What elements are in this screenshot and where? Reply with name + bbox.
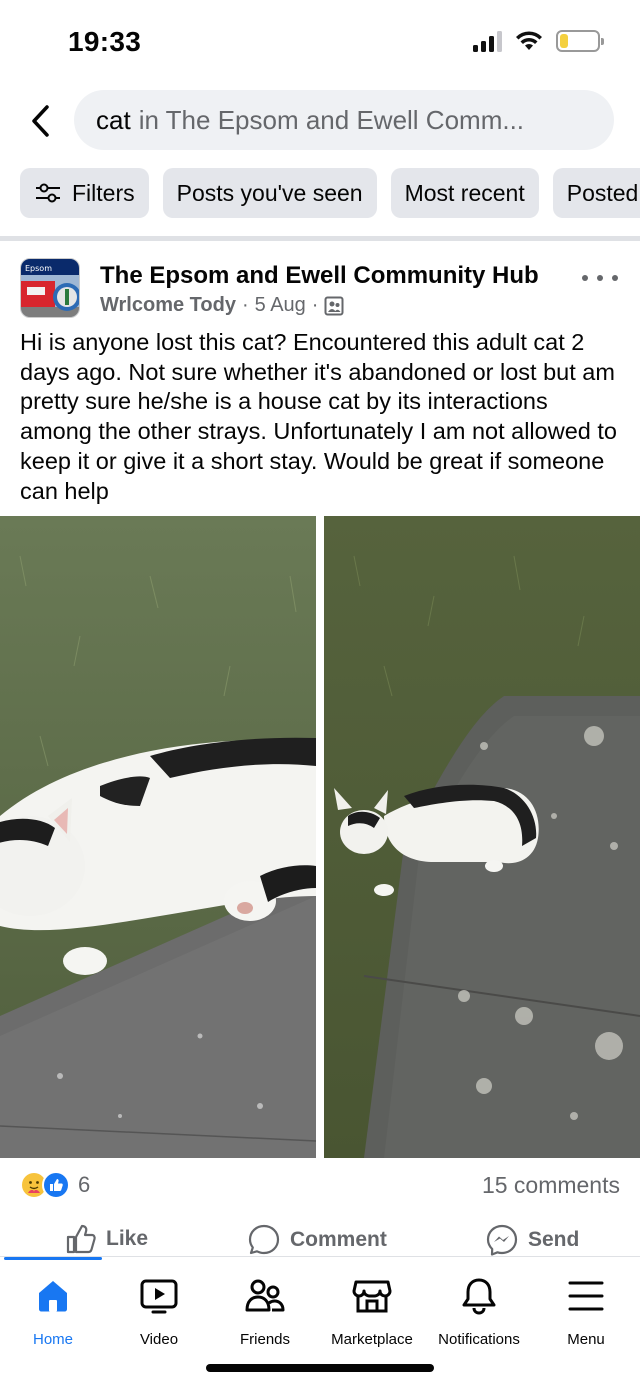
chevron-left-icon bbox=[32, 105, 49, 137]
group-name[interactable]: The Epsom and Ewell Community Hub bbox=[100, 262, 539, 290]
nav-marketplace[interactable]: Marketplace bbox=[319, 1271, 425, 1361]
filters-chip[interactable]: Filters bbox=[20, 168, 149, 218]
comments-count[interactable]: 15 comments bbox=[482, 1172, 620, 1199]
nav-friends[interactable]: Friends bbox=[212, 1271, 318, 1361]
posts-seen-chip[interactable]: Posts you've seen bbox=[162, 168, 377, 218]
nav-home-label: Home bbox=[32, 1331, 73, 1348]
post-author[interactable]: Wrlcome Tody bbox=[100, 294, 236, 317]
wifi-icon bbox=[516, 31, 542, 50]
group-avatar[interactable]: Epsom bbox=[20, 258, 80, 318]
comment-button[interactable]: Comment bbox=[246, 1222, 387, 1258]
section-divider bbox=[0, 236, 640, 241]
reactions-bar: 6 15 comments bbox=[20, 1168, 620, 1204]
comment-bubble-icon bbox=[248, 1224, 280, 1255]
dot bbox=[582, 275, 588, 281]
send-label: Send bbox=[528, 1228, 580, 1251]
post-meta: Wrlcome Tody · 5 Aug · bbox=[100, 294, 344, 317]
posted-chip[interactable]: Posted bbox=[552, 168, 640, 218]
status-bar: 19:33 bbox=[0, 0, 640, 84]
reaction-icons[interactable] bbox=[20, 1171, 70, 1199]
active-tab-indicator bbox=[4, 1257, 102, 1260]
post-photos bbox=[0, 516, 640, 1158]
sliders-icon bbox=[34, 182, 62, 204]
like-label: Like bbox=[106, 1227, 149, 1250]
nav-marketplace-label: Marketplace bbox=[331, 1331, 413, 1348]
cellular-signal-icon bbox=[473, 30, 502, 52]
nav-menu-label: Menu bbox=[567, 1331, 605, 1348]
search-query: cat bbox=[96, 104, 131, 135]
reaction-count[interactable]: 6 bbox=[78, 1172, 90, 1198]
hamburger-menu-icon bbox=[566, 1271, 606, 1321]
home-indicator[interactable] bbox=[206, 1364, 434, 1372]
status-icons bbox=[473, 30, 604, 52]
friends-icon bbox=[244, 1271, 286, 1321]
cat-photo-closeup[interactable] bbox=[0, 516, 316, 1158]
nav-home[interactable]: Home bbox=[0, 1271, 106, 1361]
nav-video-label: Video bbox=[139, 1331, 179, 1348]
members-visibility-icon bbox=[324, 296, 344, 315]
nav-menu[interactable]: Menu bbox=[533, 1271, 639, 1361]
filter-chips: Filters Posts you've seen Most recent Po… bbox=[20, 168, 640, 220]
dot bbox=[612, 275, 618, 281]
search-header: cat in The Epsom and Ewell Comm... bbox=[0, 90, 640, 152]
home-icon bbox=[33, 1271, 73, 1321]
posted-chip-label: Posted bbox=[566, 179, 639, 206]
post-text: Hi is anyone lost this cat? Encountered … bbox=[20, 329, 617, 504]
search-scope: in The Epsom and Ewell Comm... bbox=[138, 104, 525, 135]
cat-photo-wide[interactable] bbox=[324, 516, 640, 1158]
avatar-sign-text: Epsom bbox=[25, 264, 52, 273]
meta-separator: · bbox=[241, 294, 249, 316]
nav-friends-label: Friends bbox=[239, 1331, 291, 1348]
marketplace-icon bbox=[352, 1271, 392, 1321]
nav-notifications-label: Notifications bbox=[438, 1331, 520, 1348]
send-button[interactable]: Send bbox=[484, 1222, 579, 1258]
video-icon bbox=[139, 1271, 179, 1321]
battery-icon bbox=[556, 30, 604, 52]
messenger-icon bbox=[486, 1224, 518, 1256]
status-time: 19:33 bbox=[68, 26, 142, 57]
dot bbox=[597, 275, 603, 281]
most-recent-chip[interactable]: Most recent bbox=[390, 168, 539, 218]
post-header: Epsom The Epsom and Ewell Community Hub … bbox=[20, 258, 620, 322]
comment-label: Comment bbox=[290, 1228, 387, 1251]
posts-seen-chip-label: Posts you've seen bbox=[176, 179, 363, 206]
bottom-navigation: Home Video Friends Marketplace Notificat… bbox=[0, 1256, 640, 1386]
bell-icon bbox=[459, 1271, 499, 1321]
filters-chip-label: Filters bbox=[72, 179, 135, 206]
like-reaction-icon bbox=[42, 1171, 70, 1199]
more-options-button[interactable] bbox=[582, 266, 618, 290]
post-date[interactable]: 5 Aug bbox=[255, 294, 306, 317]
nav-video[interactable]: Video bbox=[106, 1271, 212, 1361]
most-recent-chip-label: Most recent bbox=[404, 179, 525, 206]
back-button[interactable] bbox=[18, 96, 62, 146]
like-button[interactable]: Like bbox=[64, 1222, 148, 1256]
meta-separator: · bbox=[311, 294, 319, 316]
search-input[interactable]: cat in The Epsom and Ewell Comm... bbox=[74, 90, 614, 150]
nav-notifications[interactable]: Notifications bbox=[426, 1271, 532, 1361]
thumbs-up-icon bbox=[66, 1224, 96, 1254]
